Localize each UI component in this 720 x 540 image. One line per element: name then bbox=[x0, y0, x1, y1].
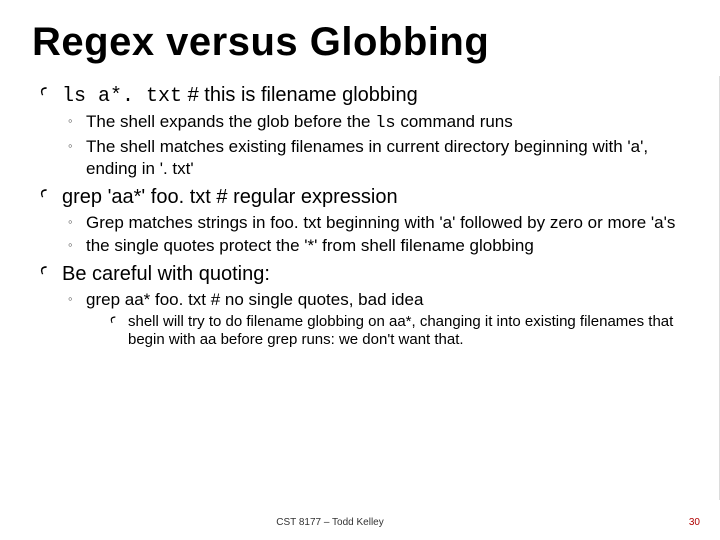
sub-text: The shell expands the glob before the ls… bbox=[86, 111, 690, 134]
sub-text: Grep matches strings in foo. txt beginni… bbox=[86, 212, 690, 233]
bullet-item: Ꜥ ls a*. txt # this is filename globbing bbox=[40, 83, 690, 109]
sub-item: ◦ the single quotes protect the '*' from… bbox=[68, 235, 690, 256]
sub-bullet-icon: ◦ bbox=[68, 289, 86, 309]
text-span: The shell expands the glob before the bbox=[86, 112, 375, 131]
slide-body: Ꜥ ls a*. txt # this is filename globbing… bbox=[0, 83, 720, 350]
bullet-item: Ꜥ grep 'aa*' foo. txt # regular expressi… bbox=[40, 185, 690, 210]
sub-item: ◦ The shell expands the glob before the … bbox=[68, 111, 690, 134]
sub-bullet-icon: ◦ bbox=[68, 235, 86, 255]
subsub-text: shell will try to do filename globbing o… bbox=[128, 313, 690, 351]
sub-item: ◦ grep aa* foo. txt # no single quotes, … bbox=[68, 289, 690, 350]
sub-item: ◦ Grep matches strings in foo. txt begin… bbox=[68, 212, 690, 233]
sub-list: ◦ The shell expands the glob before the … bbox=[68, 111, 690, 179]
slide-title: Regex versus Globbing bbox=[0, 0, 720, 81]
text-span: command runs bbox=[396, 112, 513, 131]
text-span: grep aa* foo. txt # no single quotes, ba… bbox=[86, 290, 423, 309]
bullet-main-icon: Ꜥ bbox=[40, 83, 62, 107]
bullet-text: Be careful with quoting: bbox=[62, 262, 690, 287]
bullet-main-icon: Ꜥ bbox=[40, 262, 62, 286]
text-span: # this is filename globbing bbox=[182, 84, 418, 106]
page-number: 30 bbox=[689, 517, 700, 528]
sub-text: The shell matches existing filenames in … bbox=[86, 136, 690, 179]
bullet-text: grep 'aa*' foo. txt # regular expression bbox=[62, 185, 690, 210]
sub-bullet-icon: ◦ bbox=[68, 212, 86, 232]
subsub-bullet-icon: Ꜥ bbox=[110, 313, 128, 331]
sub-list: ◦ grep aa* foo. txt # no single quotes, … bbox=[68, 289, 690, 350]
sub-text: grep aa* foo. txt # no single quotes, ba… bbox=[86, 289, 690, 350]
sub-text: the single quotes protect the '*' from s… bbox=[86, 235, 690, 256]
bullet-item: Ꜥ Be careful with quoting: bbox=[40, 262, 690, 287]
sub-list: ◦ Grep matches strings in foo. txt begin… bbox=[68, 212, 690, 257]
sub-item: ◦ The shell matches existing filenames i… bbox=[68, 136, 690, 179]
footer-credit: CST 8177 – Todd Kelley bbox=[0, 517, 660, 528]
bullet-main-icon: Ꜥ bbox=[40, 185, 62, 209]
subsub-item: Ꜥ shell will try to do filename globbing… bbox=[110, 313, 690, 351]
sub-bullet-icon: ◦ bbox=[68, 111, 86, 131]
code-span: ls bbox=[375, 114, 395, 133]
bullet-text: ls a*. txt # this is filename globbing bbox=[62, 83, 690, 109]
code-span: ls a*. txt bbox=[62, 85, 182, 108]
sub-bullet-icon: ◦ bbox=[68, 136, 86, 156]
